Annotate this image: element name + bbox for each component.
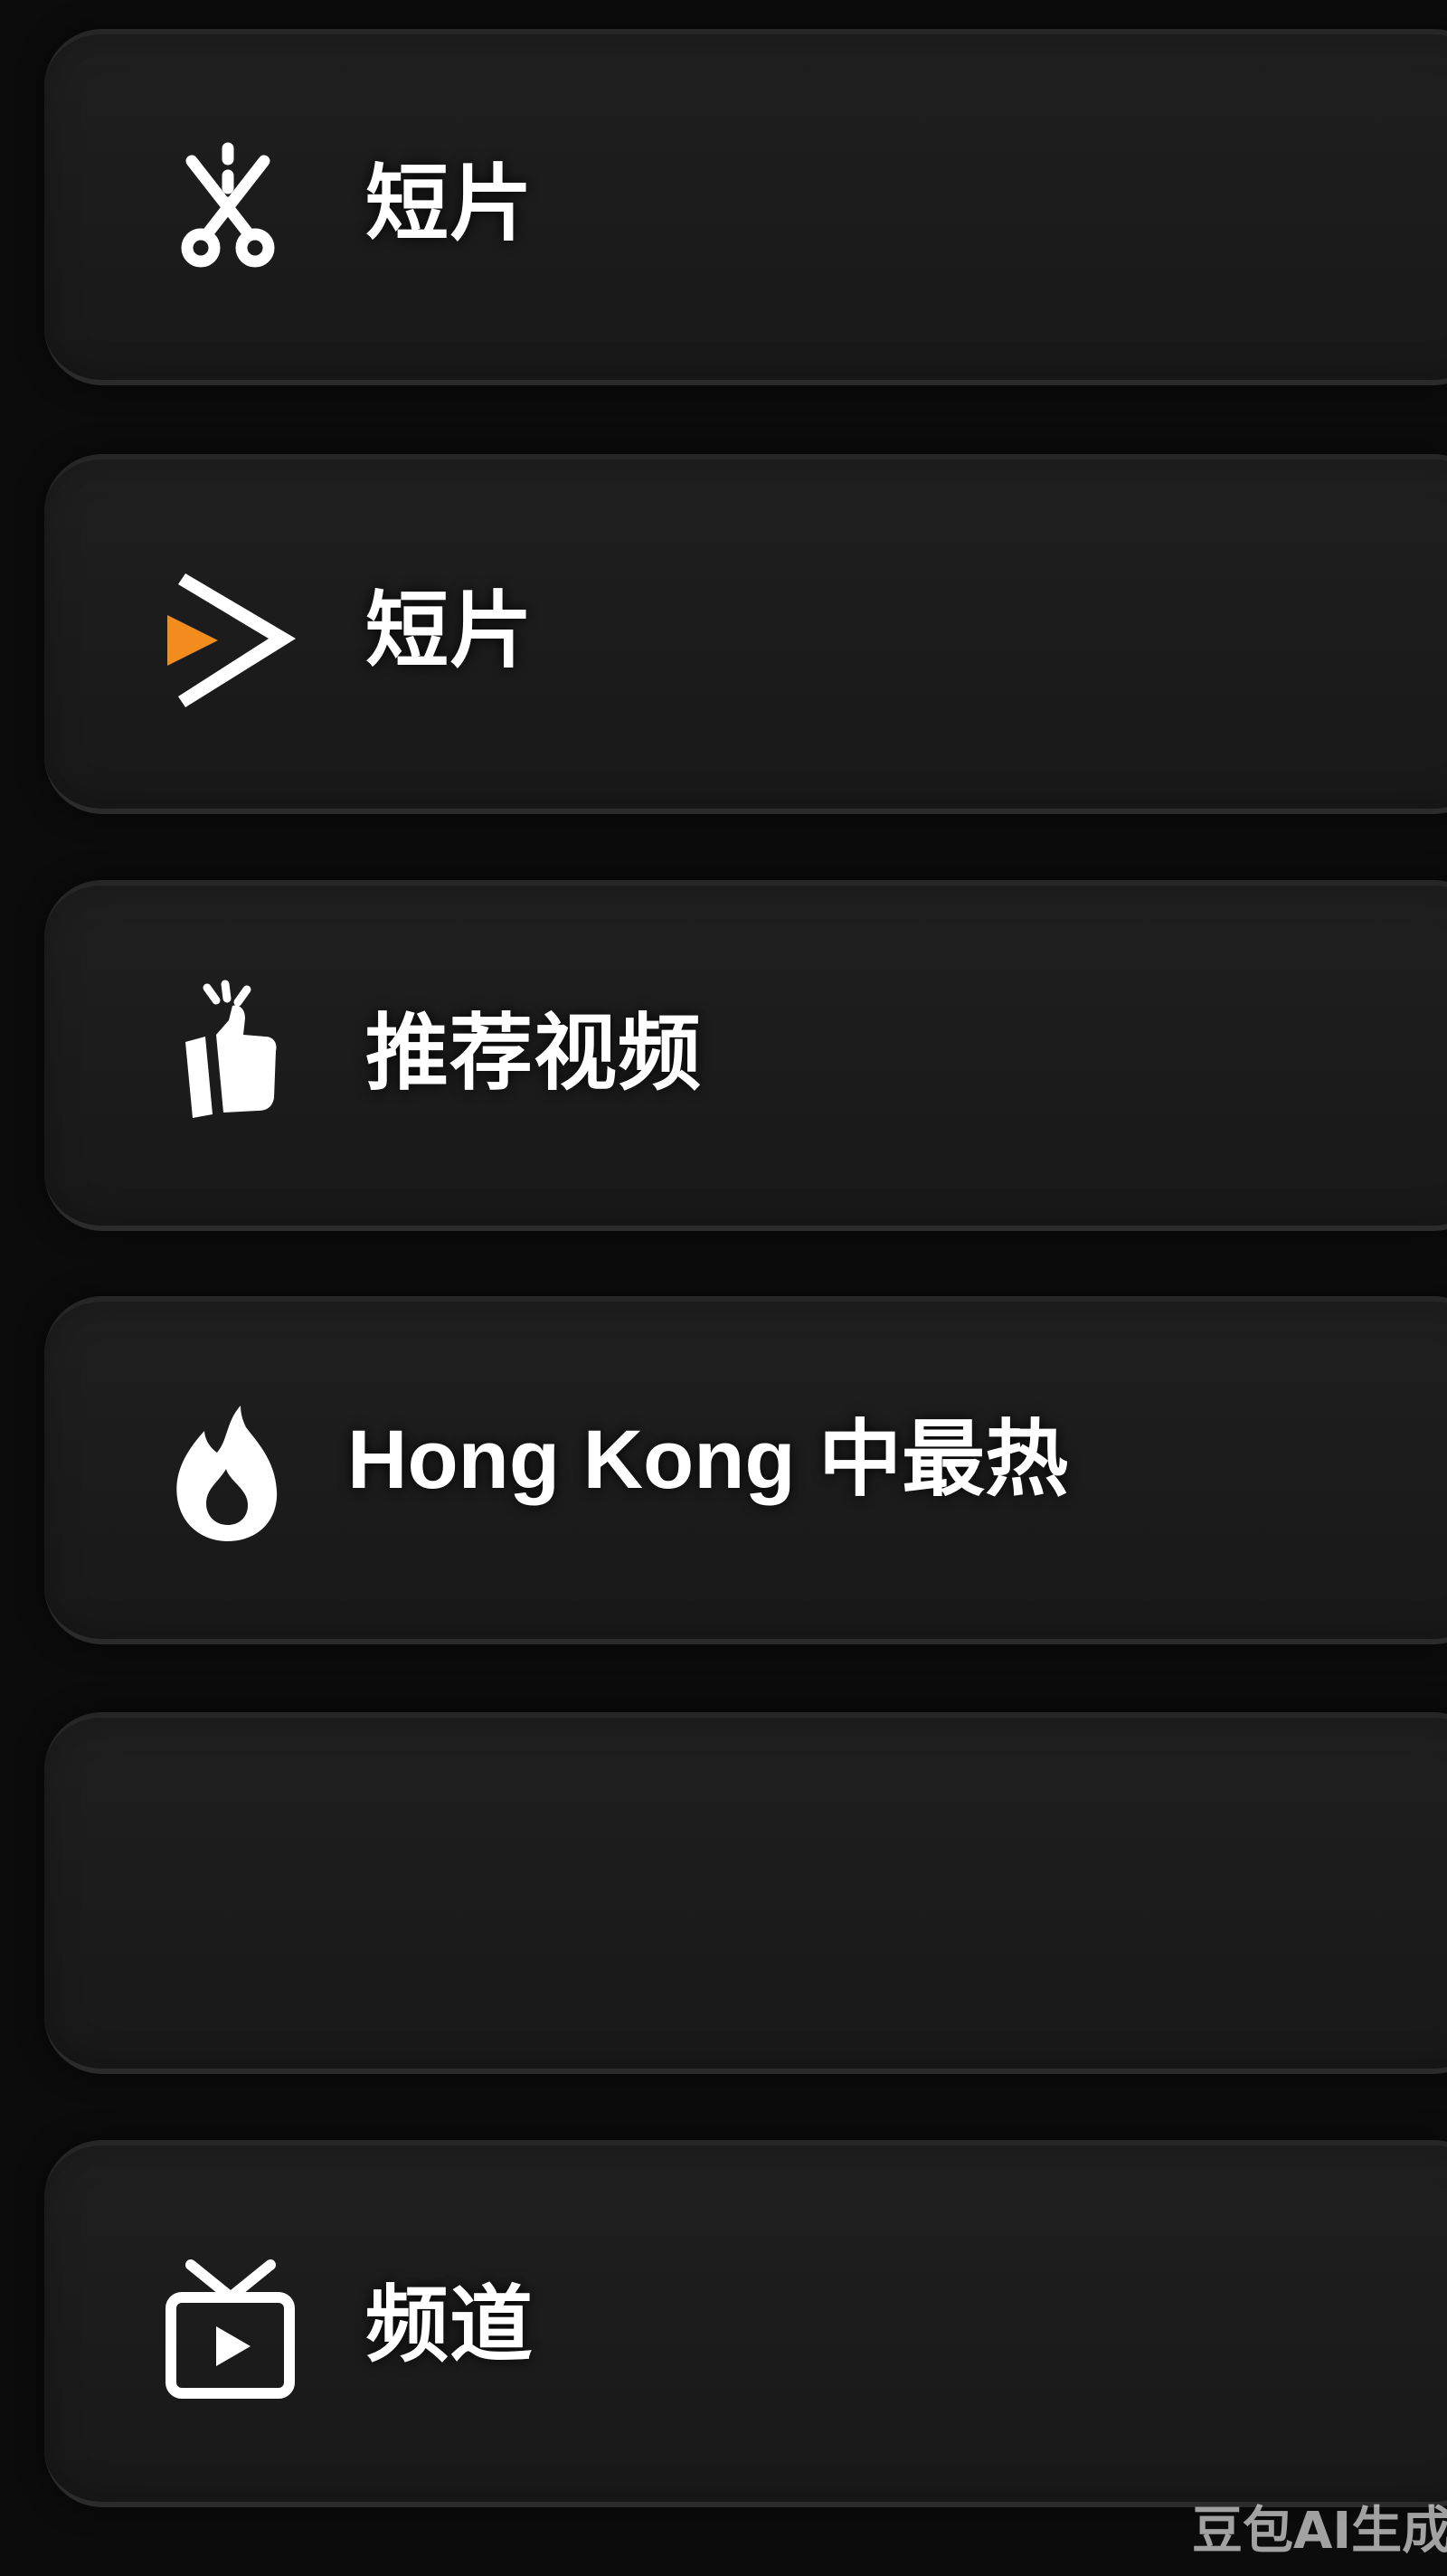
menu-item-label: Hong Kong 中最热 [347,1414,1069,1506]
menu-item-label: 短片 [365,156,534,252]
scissors-icon [181,142,275,268]
tv-icon [166,2259,295,2399]
thumbs-up-icon [185,980,277,1118]
menu-item-label: 频道 [365,2277,534,2373]
menu-item-label: 短片 [365,582,534,679]
watermark-text: 豆包AI生成 [1192,2502,1447,2561]
menu-item-empty [44,1712,1447,2074]
play-arrow-icon [167,573,296,707]
flame-icon [176,1406,278,1541]
menu-item-label: 推荐视频 [365,1005,703,1102]
